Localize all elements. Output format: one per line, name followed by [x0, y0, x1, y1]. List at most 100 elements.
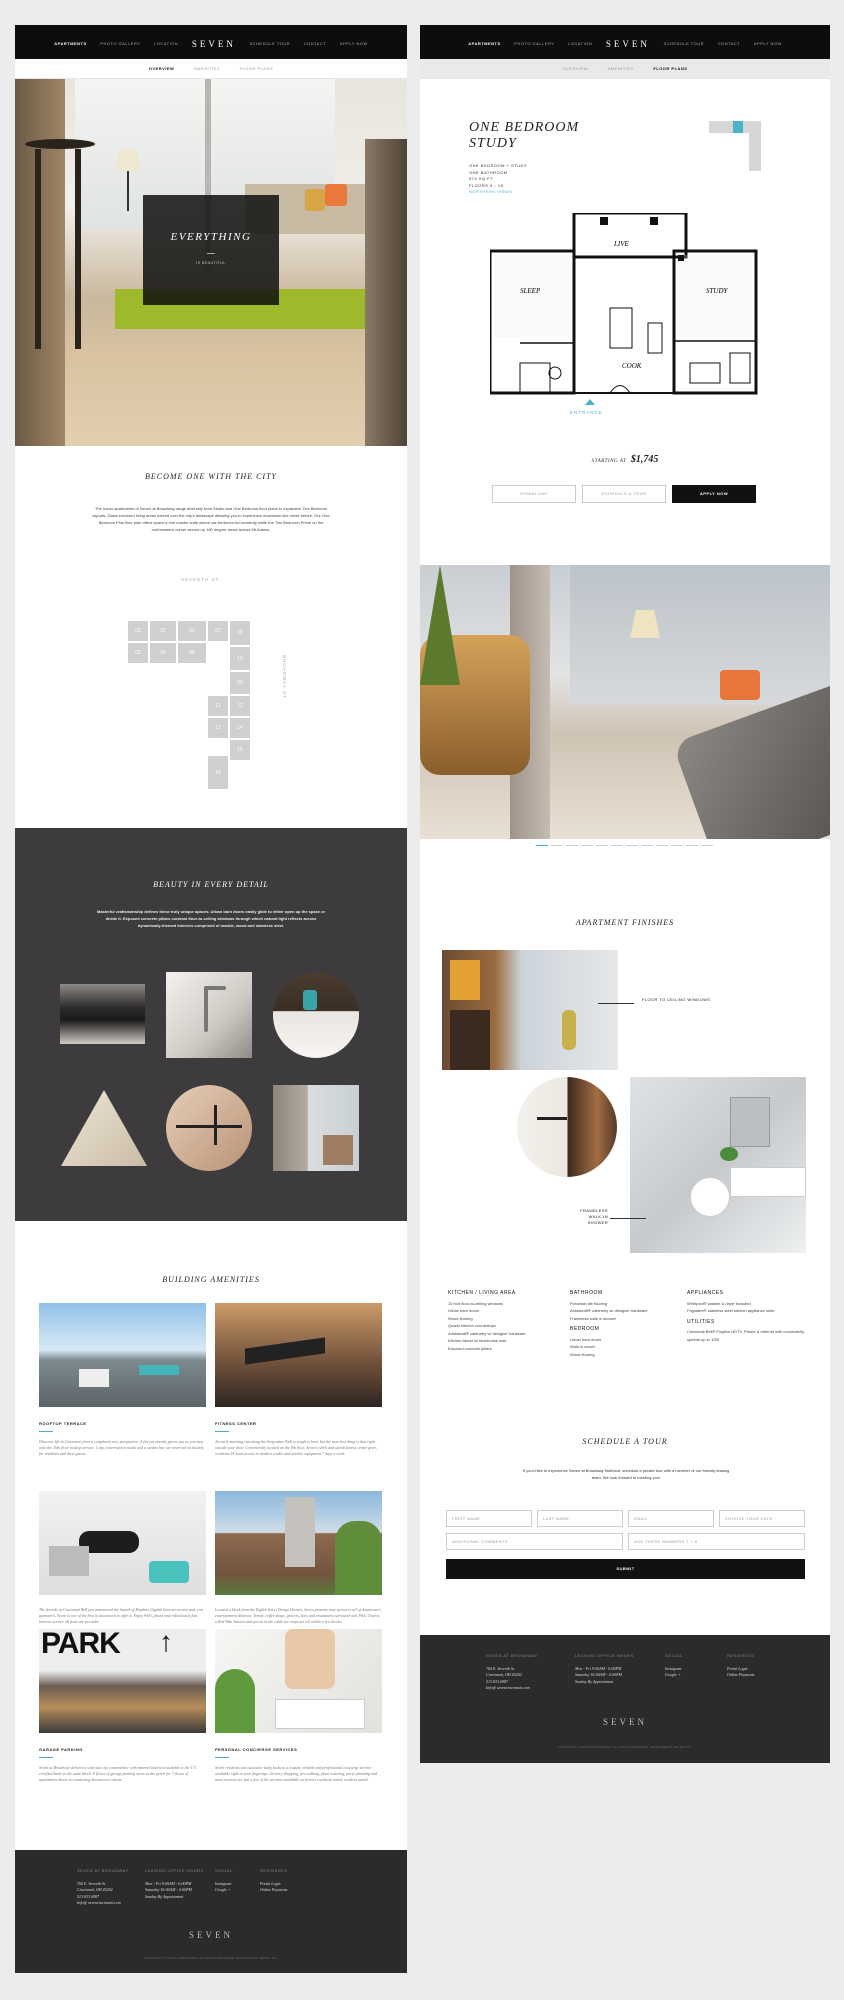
- finish-kitchen-head: KITCHEN / LIVING AREA: [448, 1290, 516, 1296]
- footer-head-4: RESIDENTS: [260, 1868, 288, 1873]
- unit-1[interactable]: 01: [127, 620, 149, 642]
- plan-wall-live: [573, 256, 675, 394]
- sub-nav: OVERVIEW AMENITIES FLOOR PLANS: [15, 59, 407, 79]
- nav-apply-now-r[interactable]: APPLY NOW: [754, 41, 782, 46]
- email-input[interactable]: EMAIL: [628, 1510, 714, 1527]
- finish-app-head: APPLIANCES: [687, 1290, 724, 1296]
- slider-dot-4[interactable]: [581, 845, 593, 846]
- subnav-amenities[interactable]: AMENITIES: [194, 66, 220, 71]
- first-name-input[interactable]: FIRST NAME: [446, 1510, 532, 1527]
- slider-dot-9[interactable]: [656, 845, 668, 846]
- comments-input[interactable]: ADDITIONAL COMMENTS: [446, 1533, 623, 1550]
- amenity-photo-parking: PARK ↑: [39, 1629, 206, 1733]
- nav-location-r[interactable]: LOCATION: [568, 41, 592, 46]
- nav-contact-r[interactable]: CONTACT: [718, 41, 741, 46]
- footer-google-link[interactable]: Google +: [215, 1887, 233, 1894]
- slider-dot-11[interactable]: [686, 845, 698, 846]
- submit-button[interactable]: SUBMIT: [446, 1559, 805, 1579]
- footer-logo[interactable]: SEVEN: [15, 1930, 407, 1940]
- subnav-overview[interactable]: OVERVIEW: [149, 66, 175, 71]
- nav-apartments[interactable]: APARTMENTS: [54, 41, 86, 46]
- tour-date-input[interactable]: CHOOSE TOUR DATE: [719, 1510, 805, 1527]
- unit-5[interactable]: 08: [229, 620, 251, 646]
- slider-dot-5[interactable]: [596, 845, 608, 846]
- building-map: SEVENTH ST. BROADWAY ST. 01 02 03 07 08 02 04 0…: [109, 575, 329, 805]
- slider-dot-1[interactable]: [536, 845, 548, 846]
- detail-photo-marble: [61, 1090, 147, 1166]
- tour-text: If you'd like to experience Seven at Bro…: [522, 1468, 730, 1480]
- unit-10[interactable]: 09: [229, 671, 251, 695]
- schedule-tour-button[interactable]: SCHEDULE A TOUR: [582, 485, 666, 503]
- unit-9[interactable]: 10: [229, 646, 251, 671]
- unit-14[interactable]: 14: [229, 717, 251, 739]
- captcha-input[interactable]: ADD THESE NUMBERS 7 + 8: [628, 1533, 805, 1550]
- apply-now-button[interactable]: APPLY NOW: [672, 485, 756, 503]
- slider-dot-12[interactable]: [701, 845, 713, 846]
- footer-copyright: COPYRIGHT © SEVEN AT BROADWAY. ALL RIGHT…: [144, 1956, 278, 1960]
- unit-16[interactable]: 16: [207, 755, 229, 790]
- slider-dot-7[interactable]: [626, 845, 638, 846]
- right-page: APARTMENTS PHOTO GALLERY LOCATION SEVEN …: [420, 25, 830, 1763]
- entrance-label: ENTRANCE: [570, 410, 603, 415]
- plan-view: NORTHERN VIEWS: [469, 189, 513, 194]
- footer-hours-3: Sunday By Appointment: [145, 1893, 184, 1899]
- unit-2[interactable]: 02: [149, 620, 177, 642]
- detail-title: BEAUTY IN EVERY DETAIL: [153, 880, 269, 889]
- nav-location[interactable]: LOCATION: [154, 41, 178, 46]
- amenity-photo-location: [215, 1491, 382, 1595]
- unit-3[interactable]: 03: [177, 620, 207, 642]
- finish-util-head: UTILITIES: [687, 1318, 715, 1325]
- city-title: BECOME ONE WITH THE CITY: [144, 472, 277, 481]
- footer-social: SOCIAL Instagram Google +: [215, 1868, 233, 1894]
- plan-wall-top: [572, 213, 688, 259]
- amenity-rule-2: [215, 1431, 229, 1432]
- unit-8[interactable]: 06: [177, 642, 207, 664]
- finish-app-1: Whirlpool® washer & dryer included: [687, 1300, 751, 1306]
- room-study: STUDY: [706, 287, 729, 295]
- nav-schedule-tour[interactable]: SCHEDULE TOUR: [249, 41, 290, 46]
- subnav-floor-plans-r[interactable]: FLOOR PLANS: [653, 66, 687, 71]
- nav-apartments-r[interactable]: APARTMENTS: [468, 41, 500, 46]
- nav-apply-now[interactable]: APPLY NOW: [340, 41, 368, 46]
- unit-15[interactable]: 15: [229, 739, 251, 761]
- footer-google-link-r[interactable]: Google +: [665, 1672, 683, 1679]
- unit-11[interactable]: 11: [207, 695, 229, 717]
- logo-r[interactable]: SEVEN: [606, 39, 650, 49]
- entrance-arrow-icon: [585, 399, 595, 405]
- nav-contact[interactable]: CONTACT: [304, 41, 327, 46]
- footer-head-2-r: LEASING OFFICE HOURS: [575, 1653, 634, 1658]
- slider-dot-6[interactable]: [611, 845, 623, 846]
- footer-email-r[interactable]: Info@ sevencincinnati.com: [486, 1685, 538, 1692]
- footer-online-payments-r[interactable]: Online Payments: [727, 1672, 754, 1679]
- last-name-input[interactable]: LAST NAME: [537, 1510, 623, 1527]
- subnav-floor-plans[interactable]: FLOOR PLANS: [240, 66, 274, 71]
- nav-photo-gallery[interactable]: PHOTO GALLERY: [100, 41, 140, 46]
- unit-13[interactable]: 13: [207, 717, 229, 739]
- amenity-photo-rooftop: [39, 1303, 206, 1407]
- amenity-photo-concierge: [215, 1629, 382, 1733]
- amenity-text-6: Seven residents can outsource daily task…: [215, 1765, 377, 1782]
- unit-4[interactable]: 07: [207, 620, 229, 642]
- subnav-amenities-r[interactable]: AMENITIES: [608, 66, 634, 71]
- footer-hours: LEASING OFFICE HOURS Mon - Fri 9:00AM - …: [145, 1868, 204, 1900]
- detail-photo-shelf: [273, 972, 359, 1058]
- unit-6[interactable]: 02: [127, 642, 149, 664]
- footer-head-2: LEASING OFFICE HOURS: [145, 1868, 204, 1873]
- finish-bed-1: Urban barn doors: [570, 1336, 602, 1342]
- slider-dot-3[interactable]: [566, 845, 578, 846]
- unit-12[interactable]: 12: [229, 695, 251, 717]
- logo[interactable]: SEVEN: [192, 39, 236, 49]
- finish-kitchen: KITCHEN / LIVING AREA 10 foot floor-to-c…: [448, 1290, 558, 1352]
- nav-schedule-tour-r[interactable]: SCHEDULE TOUR: [663, 41, 704, 46]
- footer-logo-r[interactable]: SEVEN: [420, 1717, 830, 1727]
- unit-7[interactable]: 04: [149, 642, 177, 664]
- footer-online-payments[interactable]: Online Payments: [260, 1887, 287, 1894]
- finish-bath-1: Porcelain tile flooring: [570, 1300, 608, 1306]
- slider-dot-2[interactable]: [551, 845, 563, 846]
- subnav-overview-r[interactable]: OVERVIEW: [563, 66, 589, 71]
- nav-photo-gallery-r[interactable]: PHOTO GALLERY: [514, 41, 554, 46]
- slider-dot-10[interactable]: [671, 845, 683, 846]
- footer-email[interactable]: Info@ sevencincinnati.com: [77, 1900, 129, 1907]
- slider-dot-8[interactable]: [641, 845, 653, 846]
- download-button[interactable]: DOWNLOAD: [492, 485, 576, 503]
